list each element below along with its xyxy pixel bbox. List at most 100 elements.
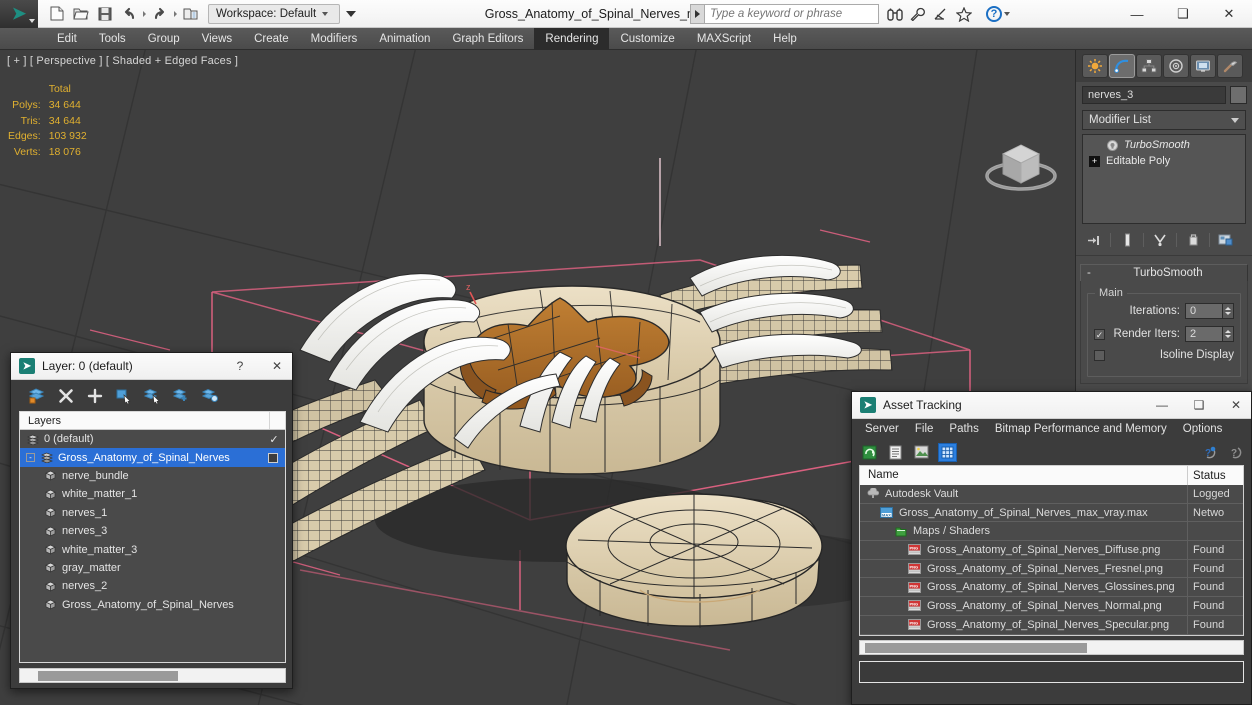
layer-row[interactable]: nerve_bundle — [20, 467, 285, 485]
menu-item-graph-editors[interactable]: Graph Editors — [441, 28, 534, 50]
asset-close-button[interactable]: ✕ — [1221, 392, 1251, 418]
layer-properties-icon[interactable] — [201, 386, 221, 406]
layer-row[interactable]: nerves_2 — [20, 577, 285, 595]
scrollbar-thumb[interactable] — [865, 642, 1087, 653]
view-cube[interactable] — [975, 126, 1067, 204]
hierarchy-tab[interactable] — [1136, 54, 1162, 78]
configure-modifier-sets-icon[interactable] — [1216, 231, 1236, 249]
maximize-button[interactable]: ❑ — [1160, 0, 1206, 28]
menu-item-help[interactable]: Help — [762, 28, 808, 50]
asset-maximize-button[interactable]: ❑ — [1184, 392, 1214, 418]
pin-stack-icon[interactable] — [1084, 231, 1104, 249]
object-name-field[interactable]: nerves_3 — [1082, 86, 1226, 104]
wrench-icon[interactable] — [909, 4, 927, 24]
close-button[interactable]: ✕ — [1206, 0, 1252, 28]
asset-row[interactable]: MAX Gross_Anatomy_of_Spinal_Nerves_max_vr… — [860, 503, 1243, 523]
menu-item-views[interactable]: Views — [191, 28, 243, 50]
layer-row[interactable]: 0 (default) ✓ — [20, 430, 285, 448]
utilities-tab[interactable] — [1217, 54, 1243, 78]
layer-row[interactable]: Gross_Anatomy_of_Spinal_Nerves — [20, 596, 285, 614]
menu-item-rendering[interactable]: Rendering — [534, 27, 610, 50]
menu-item-customize[interactable]: Customize — [609, 28, 685, 50]
isoline-display-checkbox[interactable] — [1094, 349, 1105, 361]
search-input[interactable] — [704, 4, 879, 24]
create-tab[interactable] — [1082, 54, 1108, 78]
render-iters-checkbox[interactable]: ✓ — [1094, 328, 1105, 340]
layer-dialog[interactable]: ➤ Layer: 0 (default) ? ✕ Layers 0 (defau… — [10, 352, 293, 689]
layer-horizontal-scrollbar[interactable] — [19, 668, 286, 683]
list-view-icon[interactable] — [886, 443, 905, 462]
asset-minimize-button[interactable]: — — [1147, 392, 1177, 418]
layer-close-button[interactable]: ✕ — [262, 353, 292, 379]
modify-tab[interactable] — [1109, 54, 1135, 78]
layer-row[interactable]: - Gross_Anatomy_of_Spinal_Nerves — [20, 448, 285, 467]
asset-tracking-dialog[interactable]: ➤ Asset Tracking — ❑ ✕ Server File Paths Bi… — [851, 391, 1252, 705]
app-logo-button[interactable]: ➤ — [0, 0, 38, 28]
grid-view-icon[interactable] — [938, 442, 957, 462]
asset-row[interactable]: PNG Gross_Anatomy_of_Spinal_Nerves_Diffus… — [860, 541, 1243, 560]
motion-tab[interactable] — [1163, 54, 1189, 78]
workspace-selector[interactable]: Workspace: Default — [208, 3, 340, 24]
remove-modifier-icon[interactable] — [1183, 231, 1203, 249]
add-layer-icon[interactable] — [85, 386, 105, 406]
menu-item-modifiers[interactable]: Modifiers — [300, 28, 369, 50]
modifier-stack-item[interactable]: + Editable Poly — [1083, 153, 1245, 169]
layer-help-button[interactable]: ? — [225, 353, 255, 379]
workspace-dropdown-button[interactable] — [343, 4, 359, 24]
new-file-icon[interactable] — [46, 3, 68, 25]
project-folder-icon[interactable] — [180, 3, 202, 25]
search-expand-button[interactable] — [690, 4, 704, 24]
display-tab[interactable] — [1190, 54, 1216, 78]
make-unique-icon[interactable] — [1150, 231, 1170, 249]
asset-grid[interactable]: Name Status Autodesk Vault Logged MAX Gross… — [859, 465, 1244, 636]
layer-row[interactable]: white_matter_1 — [20, 485, 285, 503]
menu-item-edit[interactable]: Edit — [46, 28, 88, 50]
open-file-icon[interactable] — [70, 3, 92, 25]
binoculars-icon[interactable] — [886, 4, 904, 24]
rollout-header[interactable]: - TurboSmooth — [1080, 264, 1248, 281]
asset-row[interactable]: PNG Gross_Anatomy_of_Spinal_Nerves_Fresne… — [860, 559, 1243, 579]
asset-row[interactable]: PNG Gross_Anatomy_of_Spinal_Nerves_Specul… — [860, 615, 1243, 635]
render-iters-arrows[interactable] — [1223, 326, 1234, 342]
render-iters-value[interactable]: 2 — [1185, 326, 1223, 342]
object-color-swatch[interactable] — [1230, 86, 1247, 104]
refresh-icon[interactable] — [860, 443, 879, 462]
layer-row[interactable]: gray_matter — [20, 559, 285, 577]
show-end-result-icon[interactable] — [1117, 231, 1137, 249]
modifier-list-dropdown[interactable]: Modifier List — [1082, 110, 1246, 130]
asset-menu-file[interactable]: File — [907, 423, 942, 435]
modifier-stack[interactable]: TurboSmooth + Editable Poly — [1082, 134, 1246, 224]
undo-dropdown-caret-icon[interactable] — [143, 10, 146, 17]
thumbnail-view-icon[interactable] — [912, 443, 931, 462]
scrollbar-thumb[interactable] — [38, 671, 178, 681]
asset-row[interactable]: Maps / Shaders — [860, 522, 1243, 542]
asset-menu-bitmap[interactable]: Bitmap Performance and Memory — [987, 423, 1175, 435]
layer-list[interactable]: Layers 0 (default) ✓ - Gross_Anatomy_of_Spi… — [19, 411, 286, 663]
redo-dropdown-caret-icon[interactable] — [174, 10, 177, 17]
iterations-arrows[interactable] — [1223, 303, 1234, 319]
column-status[interactable]: Status — [1188, 470, 1243, 482]
set-current-layer-icon[interactable] — [172, 386, 192, 406]
asset-row[interactable]: Autodesk Vault Logged — [860, 485, 1243, 504]
column-name[interactable]: Name — [860, 466, 1188, 485]
asset-horizontal-scrollbar[interactable] — [859, 639, 1244, 655]
asset-menu-server[interactable]: Server — [857, 423, 907, 435]
lightbulb-icon[interactable] — [1107, 139, 1118, 151]
layer-hide-toggle[interactable] — [268, 452, 278, 463]
render-iters-spinner[interactable]: 2 — [1185, 326, 1234, 342]
save-file-icon[interactable] — [94, 3, 116, 25]
modifier-stack-item[interactable]: TurboSmooth — [1083, 137, 1245, 153]
layer-row[interactable]: nerves_1 — [20, 504, 285, 522]
undo-icon[interactable] — [118, 3, 140, 25]
delete-layer-icon[interactable] — [56, 386, 76, 406]
create-new-layer-icon[interactable] — [27, 386, 47, 406]
help-blue-icon[interactable]: ? — [1200, 443, 1219, 462]
asset-menu-paths[interactable]: Paths — [941, 423, 986, 435]
menu-item-tools[interactable]: Tools — [88, 28, 137, 50]
minimize-button[interactable]: — — [1114, 0, 1160, 28]
menu-item-maxscript[interactable]: MAXScript — [686, 28, 762, 50]
layer-row[interactable]: nerves_3 — [20, 522, 285, 540]
help-gray-icon[interactable]: ? — [1226, 443, 1245, 462]
menu-item-create[interactable]: Create — [243, 28, 300, 50]
select-objects-in-layer-icon[interactable] — [114, 386, 134, 406]
